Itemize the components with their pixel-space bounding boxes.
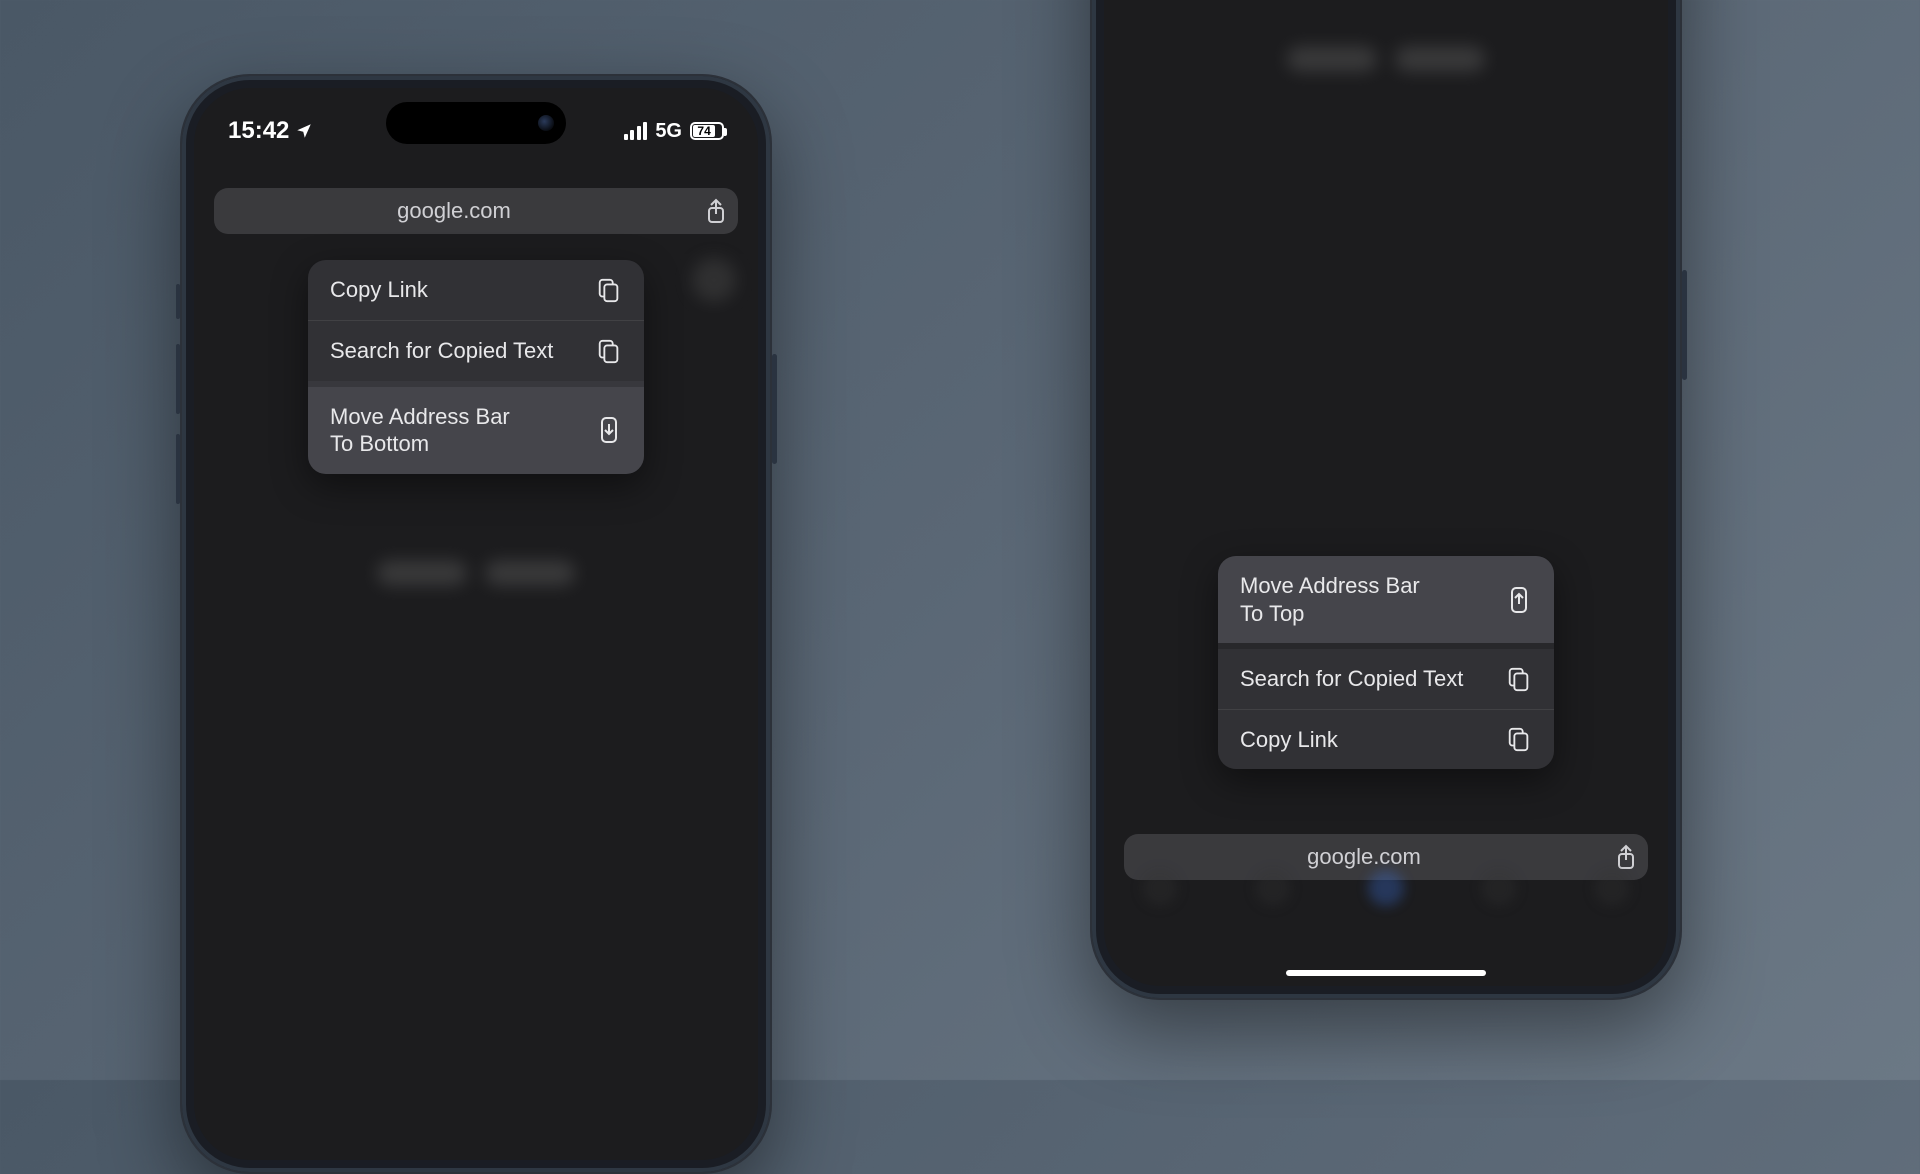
blurred-background-element [692,258,736,302]
status-bar: 15:42 5G 74 [194,106,758,156]
address-bar[interactable]: google.com [214,188,738,234]
menu-item-label: Search for Copied Text [330,337,553,365]
phone-left-screen: 15:42 5G 74 google.com [194,88,758,1160]
location-icon [295,122,313,140]
cellular-signal-icon [624,122,648,140]
menu-item-search-copied-text[interactable]: Search for Copied Text [308,320,644,381]
blurred-background-logo [1287,46,1485,72]
address-bar-url: google.com [214,198,694,224]
power-button [772,354,777,464]
phone-right-frame: Move Address Bar To Top Search for Copie… [1090,0,1682,1000]
copy-doc-icon [596,277,622,303]
menu-item-search-copied-text[interactable]: Search for Copied Text [1218,643,1554,709]
volume-down-button [176,434,180,504]
menu-item-move-address-bar-bottom[interactable]: Move Address Bar To Bottom [308,381,644,474]
battery-icon: 74 [690,122,724,140]
menu-item-label: Copy Link [1240,726,1338,754]
battery-percent: 74 [693,125,715,137]
phone-arrow-up-icon [1506,587,1532,613]
address-bar-context-menu: Copy Link Search for Copied Text Move Ad… [308,260,644,474]
copy-doc-icon [1506,726,1532,752]
mute-switch [176,284,180,319]
volume-up-button [176,344,180,414]
menu-item-copy-link[interactable]: Copy Link [1218,709,1554,770]
toolbar-blurred [1104,860,1668,916]
menu-item-label: Search for Copied Text [1240,665,1463,693]
menu-item-label: Move Address Bar To Top [1240,572,1420,627]
clipboard-search-icon [1506,666,1532,692]
menu-item-label: Move Address Bar To Bottom [330,403,510,458]
menu-item-move-address-bar-top[interactable]: Move Address Bar To Top [1218,556,1554,643]
phone-left-frame: 15:42 5G 74 google.com [180,74,772,1174]
home-indicator[interactable] [1286,970,1486,976]
phone-right-screen: Move Address Bar To Top Search for Copie… [1104,0,1668,986]
menu-item-copy-link[interactable]: Copy Link [308,260,644,320]
share-button[interactable] [694,188,738,234]
address-bar-context-menu: Move Address Bar To Top Search for Copie… [1218,556,1554,769]
share-icon [703,197,729,225]
phone-arrow-down-icon [596,417,622,443]
menu-item-label: Copy Link [330,276,428,304]
network-type: 5G [655,120,682,143]
power-button [1682,270,1687,380]
clipboard-search-icon [596,338,622,364]
status-time: 15:42 [228,117,289,145]
blurred-background-logo [377,560,575,586]
